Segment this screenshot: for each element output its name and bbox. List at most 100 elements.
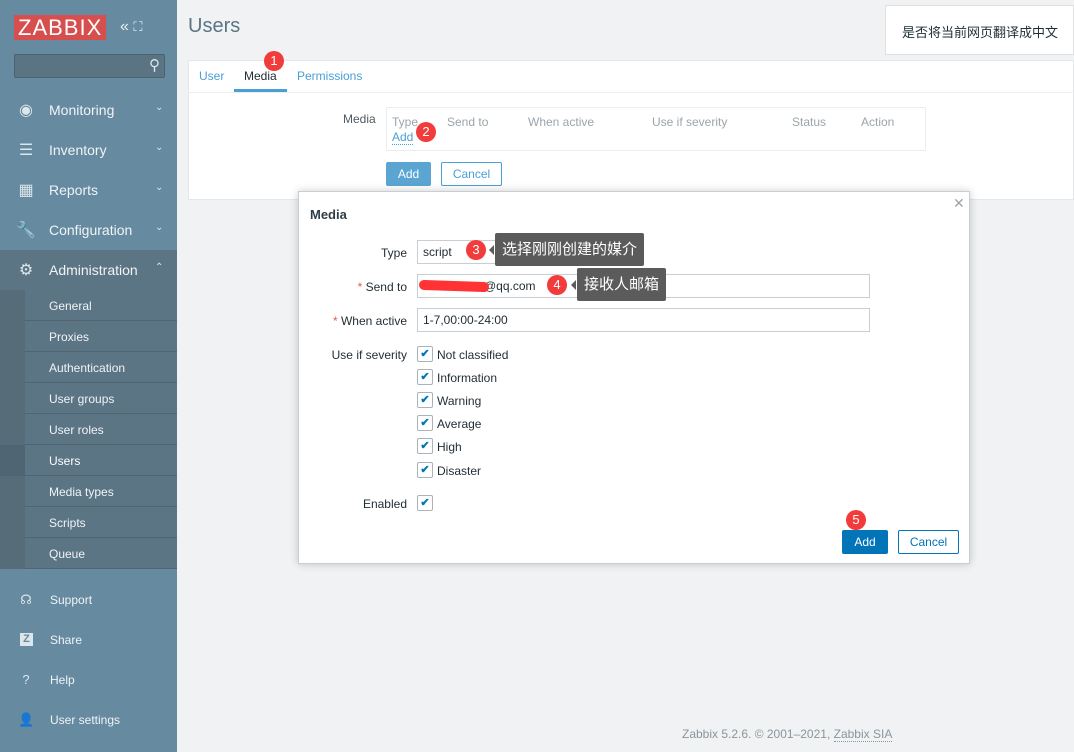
submenu-label: General xyxy=(49,299,92,313)
column-header: When active xyxy=(528,115,595,129)
menu-label: Configuration xyxy=(49,222,133,238)
collapse-sidebar-icon[interactable]: « xyxy=(120,18,129,35)
submenu-users[interactable]: Users xyxy=(0,445,177,476)
column-header: Use if severity xyxy=(652,115,728,129)
zabbix-logo[interactable]: ZABBIX xyxy=(14,15,107,40)
enabled-checkbox[interactable]: ✔ xyxy=(417,495,433,511)
submenu-proxies[interactable]: Proxies xyxy=(0,321,177,352)
tab-permissions[interactable]: Permissions xyxy=(297,69,362,83)
submenu-label: User roles xyxy=(49,423,104,437)
severity-option: Warning xyxy=(437,394,482,408)
severity-option: Not classified xyxy=(437,348,509,362)
menu-user-settings[interactable]: 👤 User settings xyxy=(0,700,177,740)
user-form-panel: User Media Permissions Media Type Send t… xyxy=(188,60,1074,200)
submenu-media-types[interactable]: Media types xyxy=(0,476,177,507)
page-title: Users xyxy=(188,15,241,37)
enabled-label: Enabled xyxy=(362,497,407,511)
submenu-general[interactable]: General xyxy=(0,290,177,321)
chevron-down-icon: ⌄ xyxy=(155,102,164,113)
menu-inventory[interactable]: ☰ Inventory ⌄ xyxy=(0,130,177,170)
menu-label: Monitoring xyxy=(49,102,115,118)
tab-media[interactable]: Media xyxy=(244,69,277,83)
severity-checkbox[interactable]: ✔ xyxy=(417,462,433,478)
menu-label: Share xyxy=(50,633,83,647)
active-tab-indicator xyxy=(234,89,287,92)
submenu-label: Users xyxy=(49,454,81,468)
sidebar: ZABBIX « ⛶ ⚲ ◉ Monitoring ⌄ ☰ Inventory ⌄ ▦ R… xyxy=(0,0,177,752)
severity-checkbox[interactable]: ✔ xyxy=(417,438,433,454)
menu-monitoring[interactable]: ◉ Monitoring ⌄ xyxy=(0,90,177,130)
annotation-badge-3: 3 xyxy=(466,240,486,260)
translate-prompt[interactable]: 是否将当前网页翻译成中文 xyxy=(885,5,1074,55)
submenu-user-roles[interactable]: User roles xyxy=(0,414,177,445)
question-icon: ? xyxy=(22,672,30,687)
column-header: Action xyxy=(861,115,895,129)
bar-chart-icon: ▦ xyxy=(18,182,34,199)
menu-reports[interactable]: ▦ Reports ⌄ xyxy=(0,170,177,210)
sidebar-controls: « ⛶ xyxy=(120,18,142,36)
severity-option: High xyxy=(437,440,462,454)
submenu-label: Authentication xyxy=(49,361,126,375)
submenu-label: Media types xyxy=(49,485,114,499)
severity-option: Average xyxy=(437,417,482,431)
submenu-scripts[interactable]: Scripts xyxy=(0,507,177,538)
list-icon: ☰ xyxy=(18,142,34,159)
kiosk-mode-icon[interactable]: ⛶ xyxy=(133,19,142,34)
menu-label: Reports xyxy=(49,182,99,198)
submenu-label: Queue xyxy=(49,547,86,561)
submenu-label: Scripts xyxy=(49,516,86,530)
submenu-label: Proxies xyxy=(49,330,90,344)
when-active-label: * When active xyxy=(332,314,407,328)
type-label: Type xyxy=(380,246,407,260)
sidebar-search-input[interactable]: ⚲ xyxy=(14,54,165,78)
annotation-tooltip-4: 接收人邮箱 xyxy=(570,268,667,301)
headset-icon: ☊ xyxy=(20,592,32,607)
column-header: Status xyxy=(792,115,827,129)
submenu-user-groups[interactable]: User groups xyxy=(0,383,177,414)
chevron-up-icon: ⌃ xyxy=(155,262,164,273)
gear-icon: ⚙ xyxy=(18,262,34,279)
severity-checkbox[interactable]: ✔ xyxy=(417,392,433,408)
send-to-label: * Send to xyxy=(357,280,407,294)
annotation-badge-2: 2 xyxy=(416,122,436,142)
submenu-queue[interactable]: Queue xyxy=(0,538,177,569)
search-icon[interactable]: ⚲ xyxy=(149,56,160,74)
menu-administration[interactable]: ⚙ Administration ⌃ xyxy=(0,250,177,290)
chevron-down-icon: ⌄ xyxy=(155,142,164,153)
severity-label: Use if severity xyxy=(331,348,407,362)
severity-checkbox[interactable]: ✔ xyxy=(417,415,433,431)
column-header: Send to xyxy=(447,115,489,129)
severity-checkbox[interactable]: ✔ xyxy=(417,346,433,362)
menu-label: Inventory xyxy=(49,142,107,158)
share-z-icon: Z xyxy=(20,633,33,646)
submenu-label: User groups xyxy=(49,392,115,406)
tab-user[interactable]: User xyxy=(199,69,224,83)
menu-configuration[interactable]: 🔧 Configuration ⌄ xyxy=(0,210,177,250)
submenu-authentication[interactable]: Authentication xyxy=(0,352,177,383)
column-header: Type xyxy=(392,115,419,129)
when-active-input[interactable]: 1-7,00:00-24:00 xyxy=(417,308,870,332)
add-button[interactable]: Add xyxy=(386,162,431,186)
severity-checkbox[interactable]: ✔ xyxy=(417,369,433,385)
dialog-cancel-button[interactable]: Cancel xyxy=(898,530,959,554)
zabbix-sia-link[interactable]: Zabbix SIA xyxy=(833,727,893,742)
dialog-add-button[interactable]: Add xyxy=(842,530,888,554)
cancel-button[interactable]: Cancel xyxy=(441,162,502,186)
media-label: Media xyxy=(343,112,376,126)
media-table: Type Send to When active Use if severity… xyxy=(386,107,926,151)
menu-help[interactable]: ? Help xyxy=(0,660,177,700)
close-icon[interactable]: ✕ xyxy=(953,195,965,212)
annotation-badge-5: 5 xyxy=(846,510,866,530)
menu-label: Help xyxy=(50,673,75,687)
footer: Zabbix 5.2.6. © 2001–2021, Zabbix SIA xyxy=(682,727,893,742)
chevron-down-icon: ⌄ xyxy=(155,222,164,233)
tab-bar: User Media Permissions xyxy=(189,61,1074,93)
wrench-icon: 🔧 xyxy=(16,222,36,239)
eye-icon: ◉ xyxy=(19,102,33,119)
add-media-link[interactable]: Add xyxy=(392,130,414,145)
menu-share[interactable]: Z Share xyxy=(0,620,177,660)
menu-label: User settings xyxy=(50,713,121,727)
user-icon: 👤 xyxy=(18,712,35,727)
chevron-down-icon: ⌄ xyxy=(155,182,164,193)
menu-support[interactable]: ☊ Support xyxy=(0,580,177,620)
